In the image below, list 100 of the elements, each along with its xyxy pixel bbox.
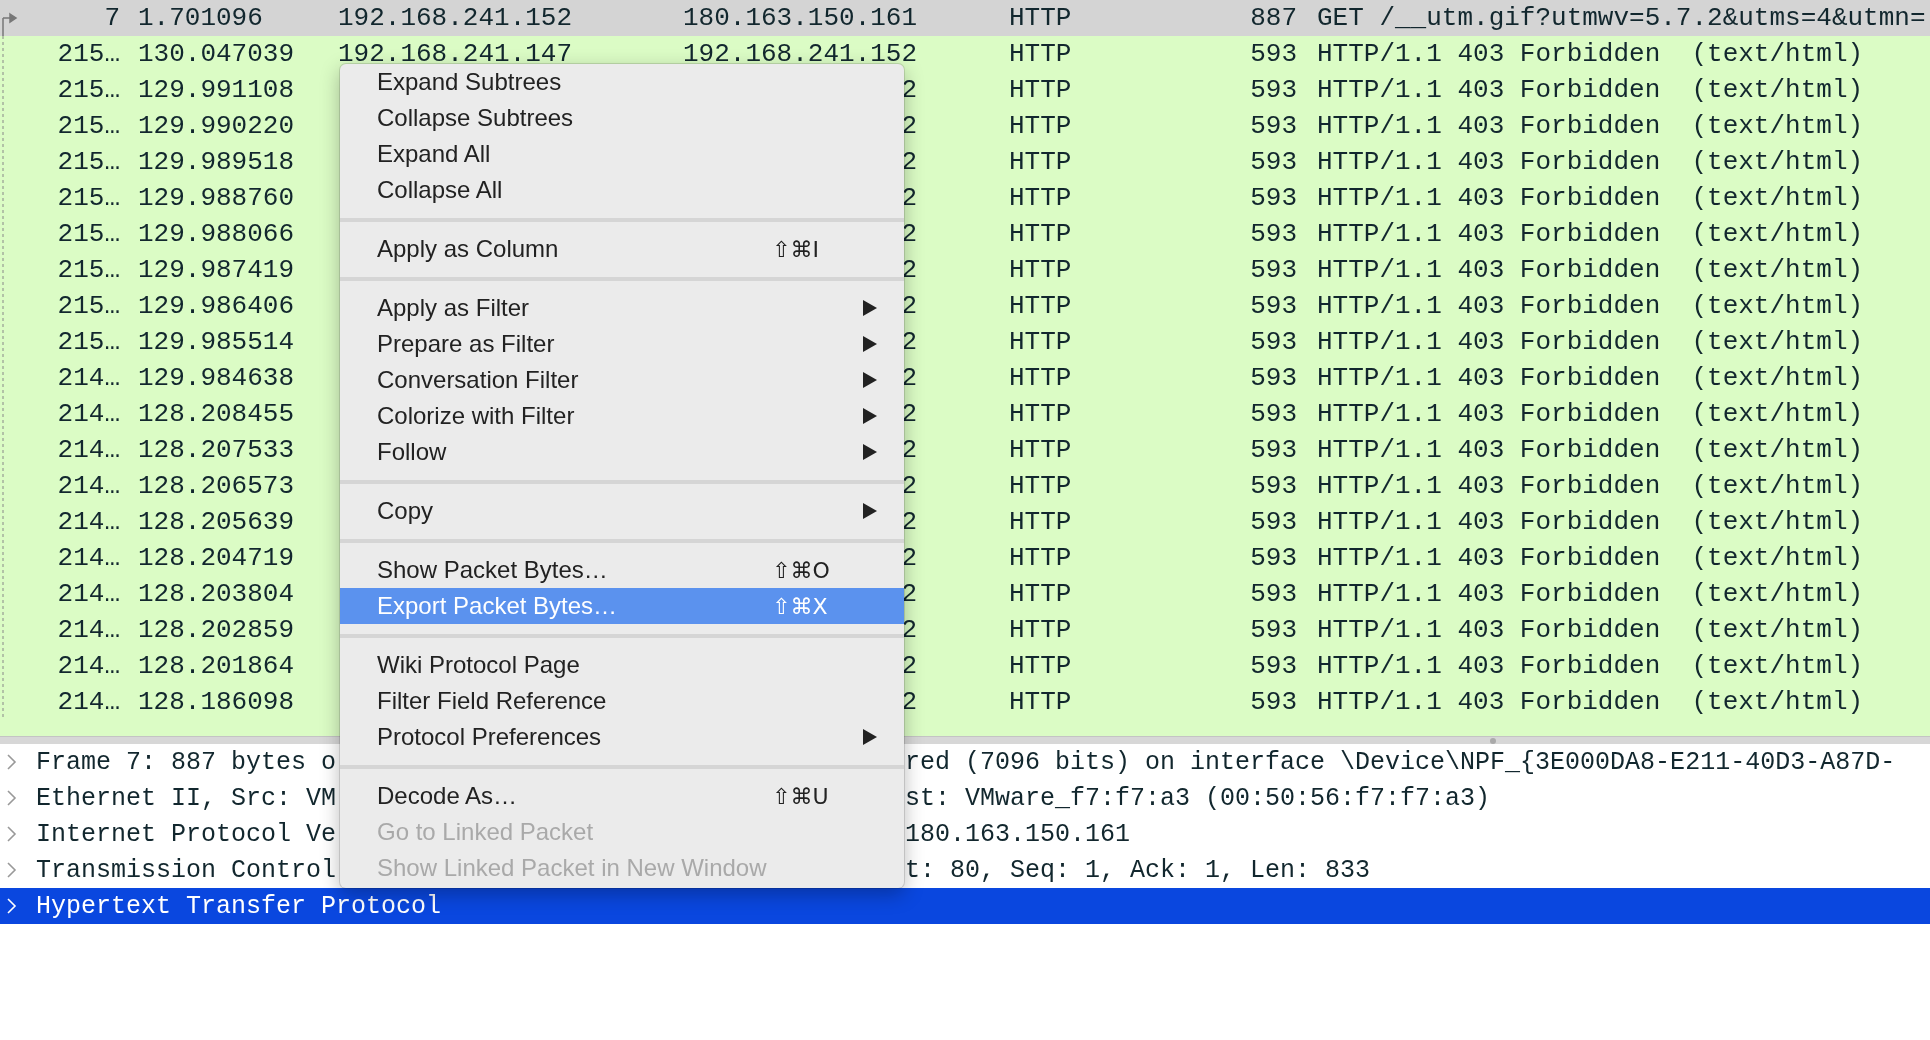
detail-text[interactable]: Ethernet II, Src: VM (36, 783, 337, 813)
menu-item[interactable]: Apply as Filter (340, 290, 904, 326)
destination-address: 2 (901, 147, 918, 177)
destination-address: 2 (901, 75, 918, 105)
menu-item[interactable]: Colorize with Filter (340, 398, 904, 434)
packet-number: 214… (56, 399, 120, 429)
packet-protocol: HTTP (1009, 39, 1073, 69)
destination-address: 2 (901, 651, 918, 681)
packet-length: 593 (1249, 363, 1297, 393)
destination-address: 2 (901, 111, 918, 141)
packet-info: HTTP/1.1 403 Forbidden (text/html) (1316, 183, 1865, 213)
packet-length: 593 (1249, 255, 1297, 285)
packet-protocol: HTTP (1009, 507, 1073, 537)
packet-number: 215… (56, 255, 120, 285)
packet-info: HTTP/1.1 403 Forbidden (text/html) (1316, 651, 1865, 681)
menu-item[interactable]: Collapse Subtrees (340, 100, 904, 136)
menu-item[interactable]: Filter Field Reference (340, 683, 904, 719)
destination-address: 2 (901, 327, 918, 357)
packet-length: 593 (1249, 147, 1297, 177)
splitter-handle[interactable] (1490, 738, 1496, 744)
packet-protocol: HTTP (1009, 543, 1073, 573)
packet-time: 128.201864 (137, 651, 296, 681)
packet-protocol: HTTP (1009, 255, 1073, 285)
packet-number: 215… (56, 291, 120, 321)
packet-info: HTTP/1.1 403 Forbidden (text/html) (1316, 111, 1865, 141)
packet-number: 214… (56, 363, 120, 393)
packet-time: 128.204719 (137, 543, 296, 573)
packet-number: 7 (103, 3, 120, 33)
detail-text[interactable]: Frame 7: 887 bytes o (36, 747, 337, 777)
packet-number: 214… (56, 615, 120, 645)
destination-address: 2 (901, 471, 918, 501)
submenu-arrow-icon (862, 728, 878, 746)
packet-time: 128.186098 (137, 687, 296, 717)
packet-number: 214… (56, 507, 120, 537)
packet-info: HTTP/1.1 403 Forbidden (text/html) (1316, 399, 1865, 429)
packet-time: 128.208455 (137, 399, 296, 429)
destination-address: 2 (901, 399, 918, 429)
packet-protocol: HTTP (1009, 183, 1073, 213)
packet-info: HTTP/1.1 403 Forbidden (text/html) (1316, 219, 1865, 249)
packet-length: 593 (1249, 687, 1297, 717)
destination-address: 180.163.150.161 (683, 3, 918, 33)
packet-length: 593 (1249, 39, 1297, 69)
packet-length: 593 (1249, 291, 1297, 321)
packet-protocol: HTTP (1009, 651, 1073, 681)
detail-text[interactable]: Transmission Control (36, 855, 337, 885)
packet-protocol: HTTP (1009, 147, 1073, 177)
packet-time: 129.991108 (137, 75, 296, 105)
menu-item[interactable]: Apply as Column ⇧⌘I (340, 231, 904, 267)
packet-number: 214… (56, 543, 120, 573)
packet-time: 129.984638 (137, 363, 296, 393)
packet-info: HTTP/1.1 403 Forbidden (text/html) (1316, 471, 1865, 501)
destination-address: 2 (901, 543, 918, 573)
packet-info: HTTP/1.1 403 Forbidden (text/html) (1316, 687, 1865, 717)
packet-length: 593 (1249, 579, 1297, 609)
packet-length: 593 (1249, 327, 1297, 357)
packet-protocol: HTTP (1009, 435, 1073, 465)
detail-text: st: VMware_f7:f7:a3 (00:50:56:f7:f7:a3) (905, 783, 1491, 813)
menu-item[interactable]: Collapse All (340, 172, 904, 208)
packet-number: 215… (56, 75, 120, 105)
packet-time: 129.989518 (137, 147, 296, 177)
packet-info: HTTP/1.1 403 Forbidden (text/html) (1316, 507, 1865, 537)
packet-protocol: HTTP (1009, 3, 1073, 33)
packet-time: 129.986406 (137, 291, 296, 321)
destination-address: 2 (901, 615, 918, 645)
packet-protocol: HTTP (1009, 363, 1073, 393)
destination-address: 2 (901, 363, 918, 393)
submenu-arrow-icon (862, 443, 878, 461)
detail-text: 180.163.150.161 (905, 819, 1131, 849)
packet-time: 128.207533 (137, 435, 296, 465)
menu-item[interactable]: Copy (340, 493, 904, 529)
packet-info: HTTP/1.1 403 Forbidden (text/html) (1316, 615, 1865, 645)
packet-protocol: HTTP (1009, 111, 1073, 141)
packet-info: HTTP/1.1 403 Forbidden (text/html) (1316, 363, 1865, 393)
packet-length: 593 (1249, 435, 1297, 465)
packet-time: 128.203804 (137, 579, 296, 609)
packet-number: 214… (56, 579, 120, 609)
menu-item[interactable]: Protocol Preferences (340, 719, 904, 755)
destination-address: 2 (901, 435, 918, 465)
packet-number: 214… (56, 651, 120, 681)
packet-number: 215… (56, 327, 120, 357)
packet-time: 1.701096 (137, 3, 264, 33)
menu-item[interactable]: Follow (340, 434, 904, 470)
packet-protocol: HTTP (1009, 687, 1073, 717)
packet-protocol: HTTP (1009, 291, 1073, 321)
packet-info: HTTP/1.1 403 Forbidden (text/html) (1316, 39, 1865, 69)
detail-text[interactable]: Hypertext Transfer Protocol (36, 891, 442, 921)
menu-item[interactable]: Show Packet Bytes… ⇧⌘O (340, 552, 904, 588)
submenu-arrow-icon (862, 407, 878, 425)
packet-time: 128.206573 (137, 471, 296, 501)
destination-address: 2 (901, 183, 918, 213)
menu-item[interactable]: Conversation Filter (340, 362, 904, 398)
menu-item[interactable]: Decode As… ⇧⌘U (340, 778, 904, 814)
packet-time: 129.985514 (137, 327, 296, 357)
destination-address: 2 (901, 687, 918, 717)
menu-item[interactable]: Expand All (340, 136, 904, 172)
menu-item[interactable]: Prepare as Filter (340, 326, 904, 362)
detail-text[interactable]: Internet Protocol Ve (36, 819, 337, 849)
packet-protocol: HTTP (1009, 327, 1073, 357)
menu-item[interactable]: Wiki Protocol Page (340, 647, 904, 683)
packet-length: 593 (1249, 651, 1297, 681)
